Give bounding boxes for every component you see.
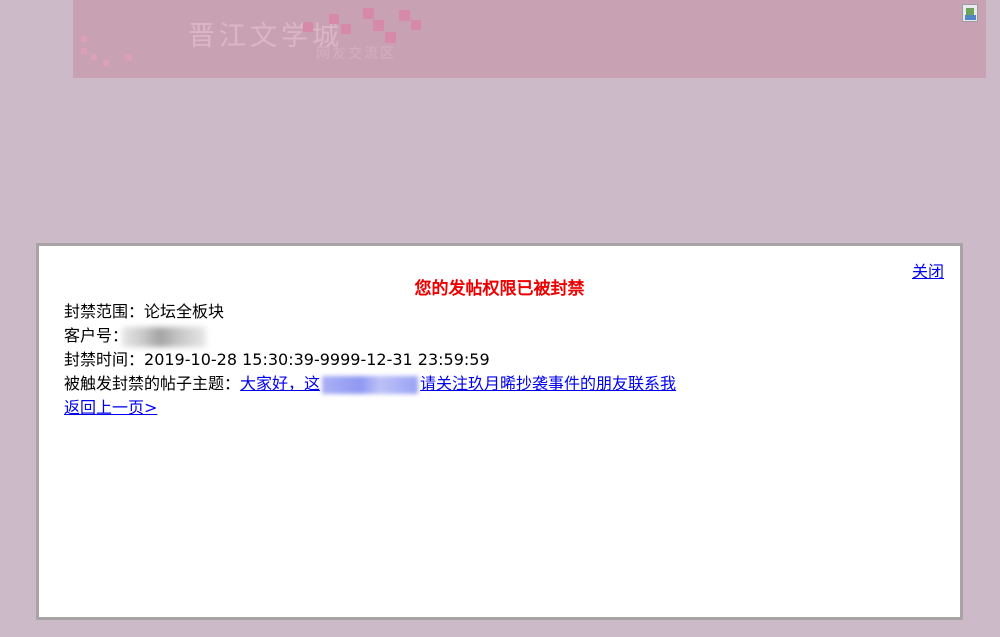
- trigger-post-redacted: [322, 375, 419, 394]
- ban-time-value: 2019-10-28 15:30:39-9999-12-31 23:59:59: [144, 350, 490, 369]
- banner-decor-square: [329, 14, 339, 24]
- banner-decor-square: [303, 22, 313, 32]
- banner-decor-square: [103, 60, 109, 66]
- ban-info: 封禁范围：论坛全板块 客户号： 封禁时间：2019-10-28 15:30:39…: [64, 300, 676, 420]
- banner-decor-square: [363, 8, 374, 19]
- trigger-post-label: 被触发封禁的帖子主题：: [64, 374, 241, 393]
- trigger-post-link[interactable]: 大家好，这 请关注玖月晞抄袭事件的朋友联系我: [240, 374, 677, 394]
- back-link[interactable]: 返回上一页>: [64, 398, 157, 417]
- client-id-redacted: [122, 326, 207, 347]
- trigger-post-row: 被触发封禁的帖子主题：大家好，这 请关注玖月晞抄袭事件的朋友联系我: [64, 372, 676, 396]
- trigger-post-title-start: 大家好，这: [240, 374, 321, 393]
- broken-image-icon: [962, 4, 978, 22]
- banner-decor-square: [81, 48, 87, 54]
- banner-decor-square: [385, 32, 396, 43]
- ban-time-row: 封禁时间：2019-10-28 15:30:39-9999-12-31 23:5…: [64, 348, 676, 372]
- ban-notice-dialog: 关闭 您的发帖权限已被封禁 封禁范围：论坛全板块 客户号： 封禁时间：2019-…: [36, 243, 963, 620]
- banner-decor-square: [411, 20, 421, 30]
- banner-decor-square: [91, 54, 97, 60]
- banner-decor-square: [341, 24, 351, 34]
- client-id-label: 客户号：: [64, 326, 129, 345]
- banner-decor-square: [81, 36, 87, 42]
- client-id-row: 客户号：: [64, 324, 676, 348]
- banner-decor-square: [399, 10, 410, 21]
- ban-scope-value: 论坛全板块: [144, 302, 225, 321]
- ban-time-label: 封禁时间：: [64, 350, 145, 369]
- banner-decor-square: [373, 20, 384, 31]
- banner-subtitle: 网友交流区: [316, 46, 396, 62]
- ban-scope-row: 封禁范围：论坛全板块: [64, 300, 676, 324]
- trigger-post-title-end: 请关注玖月晞抄袭事件的朋友联系我: [420, 374, 677, 393]
- dialog-title: 您的发帖权限已被封禁: [414, 279, 585, 299]
- banner-decor-square: [125, 54, 132, 61]
- back-row: 返回上一页>: [64, 396, 676, 420]
- site-banner: 晋江文学城 网友交流区: [73, 0, 986, 78]
- ban-scope-label: 封禁范围：: [64, 302, 145, 321]
